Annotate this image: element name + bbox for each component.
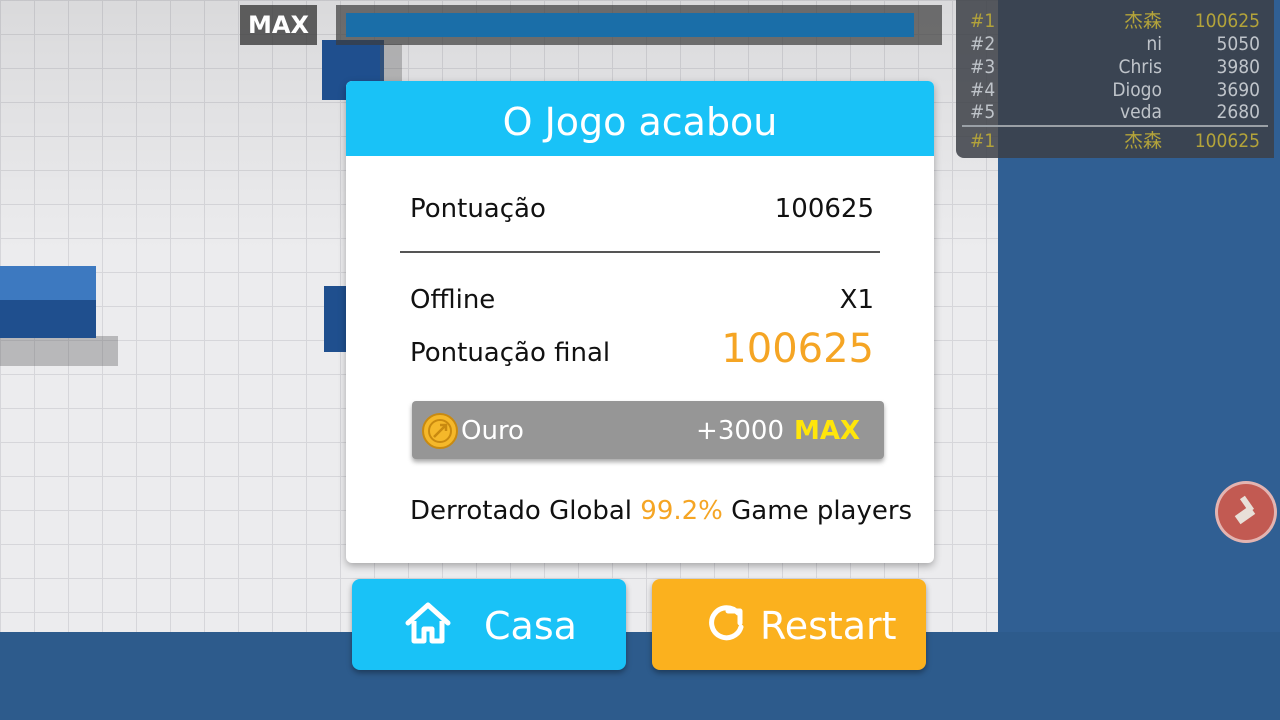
gold-label: Ouro [461,416,524,446]
mode-row: Offline X1 [410,285,874,319]
final-score-row: Pontuação final 100625 [410,326,874,384]
divider [400,251,880,253]
brush-tool-button[interactable] [1215,481,1277,543]
mode-label: Offline [410,285,496,315]
game-over-dialog: O Jogo acabou Pontuação 100625 Offline X… [346,81,934,563]
leaderboard-row: #3 Chris 3980 [970,56,1260,78]
max-label: MAX [240,5,317,45]
dialog-header: O Jogo acabou [346,81,934,156]
restart-button-label: Restart [760,604,897,648]
score-label: Pontuação [410,194,546,224]
defeated-percent: 99.2% [640,496,723,526]
score-row: Pontuação 100625 [410,194,874,228]
leaderboard-my-row: #1 杰森 100625 [970,130,1260,152]
final-score-label: Pontuação final [410,338,611,368]
home-button-label: Casa [484,604,577,648]
multiplier-value: X1 [839,285,874,315]
player-block [0,298,96,338]
water-bottom [0,632,1280,720]
home-button[interactable]: Casa [352,579,626,670]
restart-button[interactable]: Restart [652,579,926,670]
defeated-global-text: Derrotado Global 99.2% Game players [410,496,913,526]
leaderboard-divider [962,125,1268,127]
leaderboard-row: #5 veda 2680 [970,101,1260,123]
coin-icon [422,413,458,449]
home-icon [404,601,452,654]
gold-amount: +3000 [696,416,784,446]
restart-icon [704,601,748,654]
progress-bar [336,5,942,45]
score-value: 100625 [774,194,874,224]
leaderboard-row: #1 杰森 100625 [970,10,1260,32]
progress-bar-fill [346,13,914,37]
block-shadow [0,336,118,366]
gold-reward-bar: Ouro +3000 MAX [412,401,884,459]
enemy-block [324,286,348,352]
brush-icon [1234,495,1256,525]
leaderboard-row: #4 Diogo 3690 [970,79,1260,101]
leaderboard: #1 杰森 100625 #2 ni 5050 #3 Chris 3980 #4… [956,0,1274,158]
gold-max-badge: MAX [793,416,860,446]
leaderboard-row: #2 ni 5050 [970,33,1260,55]
dialog-title: O Jogo acabou [502,100,778,144]
final-score-value: 100625 [721,326,874,372]
